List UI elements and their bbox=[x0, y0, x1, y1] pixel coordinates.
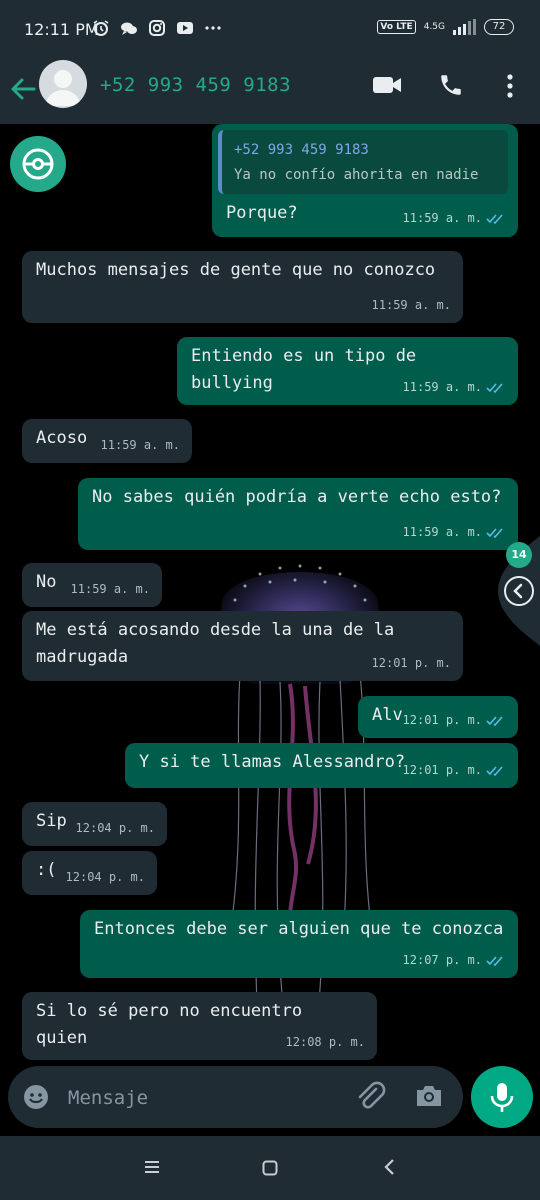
chevron-left-icon bbox=[513, 583, 523, 599]
volte-badge: Vo LTE bbox=[377, 20, 416, 34]
quoted-sender: +52 993 459 9183 bbox=[234, 142, 369, 158]
default-avatar-icon bbox=[45, 70, 81, 106]
message-bubble-incoming[interactable]: Sip 12:04 p. m. bbox=[22, 802, 167, 846]
message-bubble-incoming[interactable]: Si lo sé pero no encuentro quien 12:08 p… bbox=[22, 992, 377, 1060]
message-meta: 12:08 p. m. bbox=[286, 1029, 365, 1056]
network-type: 4.5G bbox=[423, 22, 445, 32]
signal-icon bbox=[453, 19, 476, 35]
message-meta: 12:04 p. m. bbox=[76, 815, 155, 842]
chat-area[interactable]: +52 993 459 9183 Ya no confío ahorita en… bbox=[0, 124, 540, 1060]
message-text: Sip bbox=[36, 811, 67, 831]
voice-record-button[interactable] bbox=[471, 1066, 533, 1128]
more-notifications-icon bbox=[205, 26, 221, 30]
contact-name[interactable]: +52 993 459 9183 bbox=[100, 74, 291, 96]
message-text: Me está acosando desde la una de la madr… bbox=[36, 620, 395, 667]
message-bubble-incoming[interactable]: No 11:59 a. m. bbox=[22, 563, 162, 607]
message-meta: 11:59 a. m. bbox=[101, 432, 180, 459]
message-time: 11:59 a. m. bbox=[70, 582, 150, 596]
attach-icon[interactable] bbox=[354, 1080, 388, 1114]
status-right: Vo LTE 4.5G 72 bbox=[377, 19, 514, 35]
message-input-bar bbox=[8, 1066, 463, 1128]
message-text: Muchos mensajes de gente que no conozco bbox=[36, 260, 436, 280]
message-meta: 11:59 a. m. bbox=[372, 292, 451, 319]
camera-icon[interactable] bbox=[414, 1082, 444, 1110]
message-time: 12:01 p. m. bbox=[402, 763, 482, 777]
system-nav-bar bbox=[0, 1136, 540, 1200]
chat-header: +52 993 459 9183 bbox=[0, 60, 540, 124]
read-ticks-icon bbox=[486, 382, 503, 393]
emoji-icon[interactable] bbox=[22, 1083, 50, 1111]
back-arrow-icon[interactable] bbox=[10, 76, 36, 102]
message-meta: 12:01 p. m. bbox=[403, 757, 506, 784]
message-time: 11:59 a. m. bbox=[100, 438, 180, 452]
message-time: 12:01 p. m. bbox=[371, 656, 451, 670]
read-ticks-icon bbox=[486, 955, 503, 966]
recent-apps-icon[interactable] bbox=[144, 1160, 160, 1174]
avatar[interactable] bbox=[39, 60, 87, 108]
chat-bubbles-icon bbox=[121, 22, 137, 35]
message-bubble-incoming[interactable]: Me está acosando desde la una de la madr… bbox=[22, 611, 463, 681]
read-ticks-icon bbox=[486, 213, 503, 224]
message-bubble-incoming[interactable]: :( 12:04 p. m. bbox=[22, 851, 157, 895]
message-text: Alv bbox=[372, 705, 403, 725]
message-time: 12:04 p. m. bbox=[65, 870, 145, 884]
message-meta: 12:01 p. m. bbox=[403, 707, 506, 734]
message-bubble-incoming[interactable]: Muchos mensajes de gente que no conozco … bbox=[22, 251, 463, 323]
nav-back-icon[interactable] bbox=[382, 1158, 396, 1176]
message-text: No bbox=[36, 572, 57, 592]
message-time: 12:07 p. m. bbox=[402, 953, 482, 967]
read-ticks-icon bbox=[486, 715, 503, 726]
message-bubble-outgoing[interactable]: Entiendo es un tipo de bullying 11:59 a.… bbox=[177, 337, 518, 405]
message-text: No sabes quién podría a verte echo esto? bbox=[92, 487, 502, 507]
message-meta: 11:59 a. m. bbox=[403, 374, 506, 401]
phone-icon[interactable] bbox=[438, 72, 464, 98]
message-meta: 11:59 a. m. bbox=[403, 205, 506, 232]
battery-icon: 72 bbox=[484, 19, 514, 35]
message-meta: 11:59 a. m. bbox=[71, 576, 150, 603]
youtube-icon bbox=[177, 22, 193, 34]
quoted-message[interactable]: +52 993 459 9183 Ya no confío ahorita en… bbox=[218, 130, 508, 194]
message-meta: 11:59 a. m. bbox=[403, 519, 506, 546]
message-time: 11:59 a. m. bbox=[402, 525, 482, 539]
message-text: Si lo sé pero no encuentro quien bbox=[36, 1001, 303, 1048]
message-meta: 12:04 p. m. bbox=[66, 864, 145, 891]
alarm-icon bbox=[93, 20, 109, 36]
status-bar: 12:11 PM Vo LTE 4.5G 72 bbox=[0, 0, 540, 60]
message-text: Porque? bbox=[226, 203, 298, 223]
message-input[interactable] bbox=[66, 1082, 340, 1114]
message-text: Y si te llamas Alessandro? bbox=[139, 752, 406, 772]
message-text: Entiendo es un tipo de bullying bbox=[191, 346, 417, 393]
brand-badge-icon[interactable] bbox=[10, 136, 66, 192]
message-time: 11:59 a. m. bbox=[371, 298, 451, 312]
message-time: 11:59 a. m. bbox=[402, 211, 482, 225]
message-meta: 12:07 p. m. bbox=[403, 947, 506, 974]
message-bubble-outgoing[interactable]: Alv 12:01 p. m. bbox=[358, 696, 518, 738]
message-text-wrap: Porque? 11:59 a. m. bbox=[212, 200, 518, 236]
message-bubble-incoming[interactable]: Acoso 11:59 a. m. bbox=[22, 419, 192, 463]
message-text: :( bbox=[36, 860, 57, 880]
message-time: 12:01 p. m. bbox=[402, 713, 482, 727]
message-text: Entonces debe ser alguien que te conozca bbox=[94, 919, 504, 939]
scroll-down-button[interactable] bbox=[504, 576, 534, 606]
unread-count-badge: 14 bbox=[506, 542, 532, 568]
microphone-icon bbox=[490, 1083, 514, 1112]
message-bubble-outgoing[interactable]: Entonces debe ser alguien que te conozca… bbox=[80, 910, 518, 978]
status-notification-icons bbox=[92, 19, 222, 37]
quoted-text: Ya no confío ahorita en nadie bbox=[234, 167, 479, 183]
message-time: 11:59 a. m. bbox=[402, 380, 482, 394]
message-text: Acoso bbox=[36, 428, 88, 448]
message-time: 12:08 p. m. bbox=[285, 1035, 365, 1049]
message-time: 12:04 p. m. bbox=[75, 821, 155, 835]
status-time: 12:11 PM bbox=[24, 20, 99, 39]
video-call-icon[interactable] bbox=[372, 74, 402, 96]
instagram-icon bbox=[149, 20, 165, 36]
message-bubble-outgoing[interactable]: No sabes quién podría a verte echo esto?… bbox=[78, 478, 518, 550]
more-vert-icon[interactable] bbox=[500, 72, 520, 100]
home-icon[interactable] bbox=[262, 1160, 278, 1176]
message-meta: 12:01 p. m. bbox=[372, 650, 451, 677]
message-bubble-outgoing[interactable]: Y si te llamas Alessandro? 12:01 p. m. bbox=[125, 743, 518, 788]
read-ticks-icon bbox=[486, 765, 503, 776]
